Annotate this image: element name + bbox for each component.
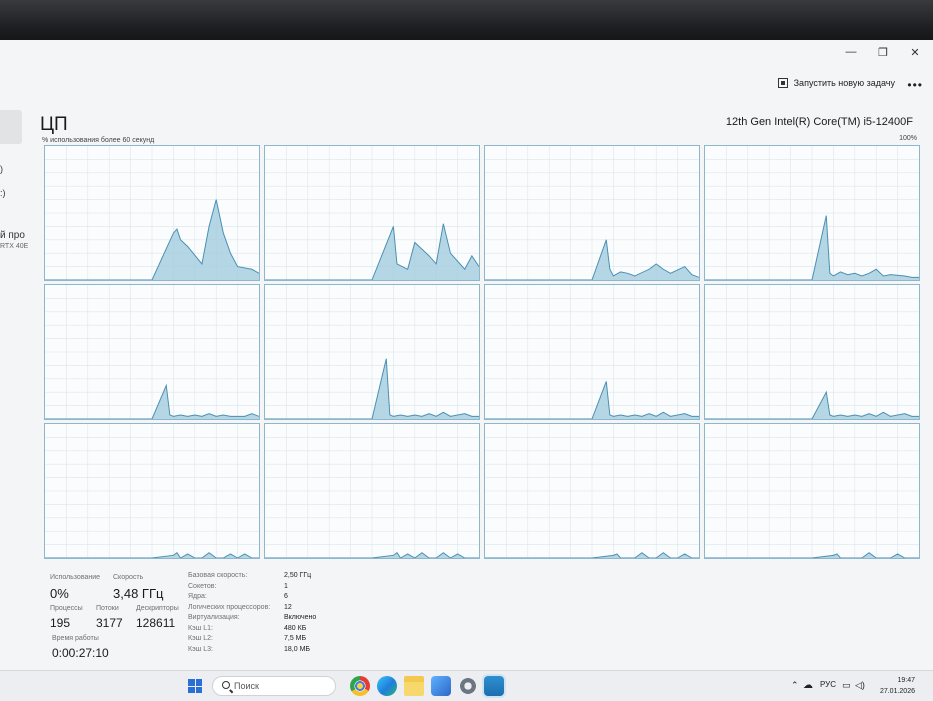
threads-value: 3177 bbox=[96, 616, 123, 630]
detail-key: Ядра: bbox=[188, 593, 207, 600]
cpu-graph-svg bbox=[45, 285, 259, 419]
detail-key: Кэш L2: bbox=[188, 635, 213, 642]
cpu-graph-8 bbox=[44, 423, 260, 559]
sidebar-item-gpu-label[interactable]: й про bbox=[0, 230, 25, 241]
task-manager-icon[interactable] bbox=[484, 676, 504, 696]
system-tray: ⌃ ☁ РУС ▭ ◁) 19:47 27.01.2026 bbox=[773, 671, 933, 701]
cpu-graph-svg bbox=[485, 146, 699, 280]
cpu-graph-9 bbox=[264, 423, 480, 559]
clock[interactable]: 19:47 27.01.2026 bbox=[880, 675, 915, 697]
detail-key: Сокетов: bbox=[188, 582, 217, 590]
minimize-button[interactable]: — bbox=[841, 44, 861, 60]
detail-key: Логических процессоров: bbox=[188, 603, 271, 611]
taskbar-search[interactable]: Поиск bbox=[212, 676, 336, 696]
close-button[interactable]: ✕ bbox=[905, 44, 925, 60]
cpu-graph-svg bbox=[265, 285, 479, 419]
cpu-graph-svg bbox=[485, 285, 699, 419]
detail-value: 7,5 МБ bbox=[284, 635, 307, 642]
handles-label: Дескрипторы bbox=[136, 605, 179, 612]
detail-key: Кэш L3: bbox=[188, 645, 213, 653]
detail-value: 6 bbox=[284, 593, 288, 600]
speed-label: Скорость bbox=[113, 574, 144, 581]
new-task-icon bbox=[777, 78, 788, 88]
processes-label: Процессы bbox=[50, 605, 83, 612]
page-title: ЦП bbox=[40, 114, 68, 135]
handles-value: 128611 bbox=[136, 616, 176, 630]
cpu-graph-svg bbox=[45, 424, 259, 558]
window-controls: — ❐ ✕ bbox=[841, 44, 925, 60]
graph-subtitle: % использования более 60 секунд bbox=[42, 137, 155, 144]
cpu-graph-5 bbox=[264, 284, 480, 420]
more-options-button[interactable]: ••• bbox=[907, 78, 923, 92]
network-icon[interactable]: ▭ bbox=[842, 680, 851, 691]
cpu-graphs-grid bbox=[44, 145, 920, 560]
volume-icon[interactable]: ◁) bbox=[855, 680, 865, 691]
cpu-graph-2 bbox=[484, 145, 700, 281]
detail-value: 480 КБ bbox=[284, 624, 307, 632]
cpu-graph-svg bbox=[45, 146, 259, 280]
task-manager-window: — ❐ ✕ Запустить новую задачу ••• ) :) й … bbox=[0, 40, 933, 670]
chevron-up-icon[interactable]: ⌃ bbox=[791, 680, 799, 691]
cpu-graph-3 bbox=[704, 145, 920, 281]
sidebar-item-fragment[interactable]: :) bbox=[0, 188, 6, 198]
cpu-graph-7 bbox=[704, 284, 920, 420]
threads-label: Потоки bbox=[96, 605, 119, 612]
windows-logo-icon bbox=[188, 679, 195, 686]
settings-icon[interactable] bbox=[458, 676, 478, 696]
detail-key: Кэш L1: bbox=[188, 624, 213, 632]
detail-value: 1 bbox=[284, 582, 288, 590]
sidebar-item-gpu-sub: RTX 40E bbox=[0, 243, 29, 250]
sidebar-item-cpu[interactable] bbox=[0, 110, 22, 144]
new-task-label: Запустить новую задачу bbox=[793, 78, 895, 88]
search-icon bbox=[222, 681, 230, 689]
search-placeholder: Поиск bbox=[234, 681, 259, 691]
photos-icon[interactable] bbox=[431, 676, 451, 696]
cpu-graph-svg bbox=[705, 424, 919, 558]
detail-key: Виртуализация: bbox=[188, 614, 240, 621]
speed-value: 3,48 ГГц bbox=[113, 586, 164, 601]
usage-value: 0% bbox=[50, 586, 69, 601]
processes-value: 195 bbox=[50, 616, 71, 630]
cpu-graph-svg bbox=[705, 146, 919, 280]
cpu-model-name: 12th Gen Intel(R) Core(TM) i5-12400F bbox=[725, 116, 913, 128]
usage-label: Использование bbox=[50, 574, 101, 581]
cloud-icon[interactable]: ☁ bbox=[803, 680, 813, 691]
cpu-graph-1 bbox=[264, 145, 480, 281]
cpu-graph-svg bbox=[705, 285, 919, 419]
cpu-graph-0 bbox=[44, 145, 260, 281]
sidebar: ) :) й про RTX 40E bbox=[0, 100, 29, 580]
detail-value: 12 bbox=[284, 603, 292, 611]
cpu-graph-svg bbox=[265, 424, 479, 558]
chrome-icon[interactable] bbox=[350, 676, 370, 696]
maximize-button[interactable]: ❐ bbox=[873, 44, 893, 60]
taskbar: Поиск ⌃ ☁ РУС ▭ ◁) 19:47 27.01.2026 bbox=[0, 670, 933, 701]
cpu-graph-svg bbox=[485, 424, 699, 558]
cpu-graph-11 bbox=[704, 423, 920, 559]
detail-value: 18,0 МБ bbox=[284, 645, 310, 653]
monitor-bezel bbox=[0, 0, 933, 40]
detail-value: Включено bbox=[284, 614, 317, 621]
graph-max-label: 100% bbox=[899, 135, 917, 142]
clock-date: 27.01.2026 bbox=[879, 688, 915, 695]
cpu-graph-svg bbox=[265, 146, 479, 280]
clock-time: 19:47 bbox=[897, 677, 915, 684]
edge-icon[interactable] bbox=[377, 676, 397, 696]
new-task-button[interactable]: Запустить новую задачу bbox=[777, 78, 895, 88]
cpu-graph-10 bbox=[484, 423, 700, 559]
toolbar: Запустить новую задачу ••• bbox=[0, 70, 933, 100]
detail-key: Базовая скорость: bbox=[188, 572, 248, 579]
cpu-graph-6 bbox=[484, 284, 700, 420]
file-explorer-icon[interactable] bbox=[404, 676, 424, 696]
uptime-label: Время работы bbox=[52, 635, 99, 642]
start-button[interactable] bbox=[188, 679, 202, 693]
detail-value: 2,50 ГГц bbox=[284, 572, 312, 579]
cpu-graph-4 bbox=[44, 284, 260, 420]
uptime-value: 0:00:27:10 bbox=[52, 646, 109, 660]
sidebar-item-fragment[interactable]: ) bbox=[0, 164, 3, 174]
language-indicator[interactable]: РУС bbox=[820, 680, 836, 689]
